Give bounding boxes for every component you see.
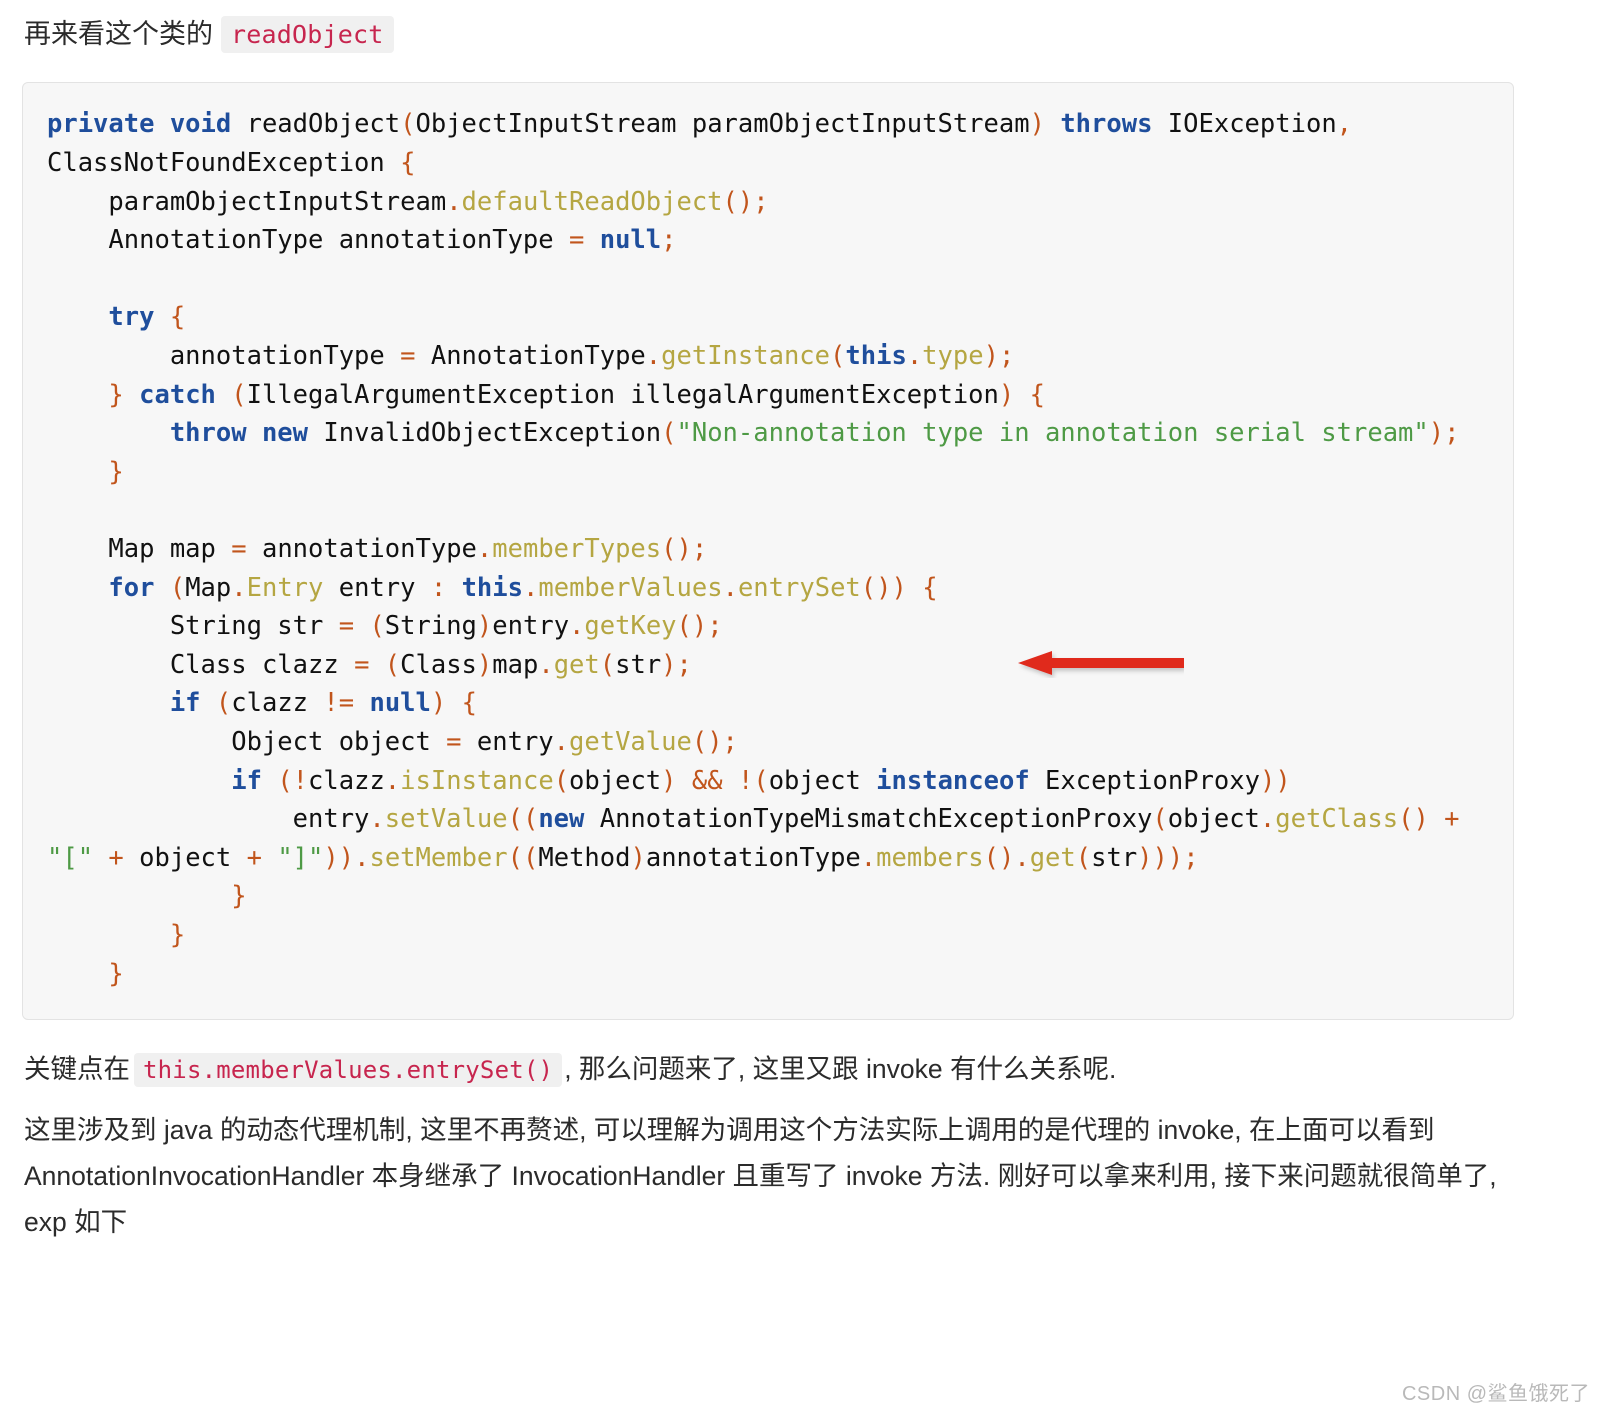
intro-inline-code: readObject [221, 16, 394, 53]
article-page: 再来看这个类的 readObject private void readObjec… [0, 0, 1616, 1420]
intro-text: 再来看这个类的 [24, 19, 213, 49]
csdn-watermark: CSDN @鲨鱼饿死了 [1401, 1383, 1590, 1405]
intro-line: 再来看这个类的 readObject [22, 0, 1594, 53]
paragraph-1: 关键点在 this.memberValues.entrySet(), 那么问题来了… [22, 1046, 1524, 1093]
paragraph-2: 这里涉及到 java 的动态代理机制, 这里不再赘述, 可以理解为调用这个方法实… [24, 1115, 1497, 1238]
code-content: private void readObject(ObjectInputStrea… [47, 109, 1460, 989]
paragraph-1-prefix: 关键点在 [24, 1054, 130, 1085]
paragraph-1-suffix: , 那么问题来了, 这里又跟 invoke 有什么关系呢. [564, 1054, 1117, 1085]
code-block: private void readObject(ObjectInputStrea… [22, 82, 1514, 1021]
paragraph-1-inline-code: this.memberValues.entrySet() [134, 1053, 563, 1088]
